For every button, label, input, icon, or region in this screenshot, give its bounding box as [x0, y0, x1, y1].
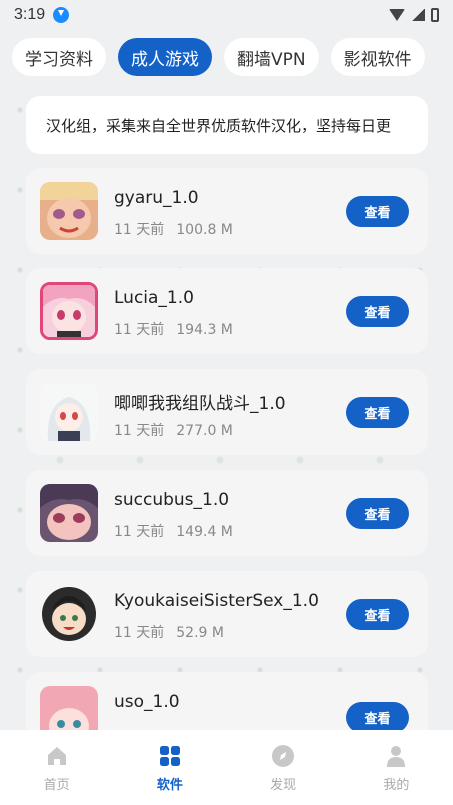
- app-meta: 11 天前 52.9 M: [114, 622, 224, 642]
- list-item[interactable]: Lucia_1.0 11 天前 194.3 M 查看: [26, 268, 428, 354]
- category-tabs: 学习资料 成人游戏 翻墙VPN 影视软件: [12, 38, 425, 76]
- apps-grid-icon: [159, 746, 180, 766]
- app-name: KyoukaiseiSisterSex_1.0: [114, 591, 319, 611]
- app-size: 277.0 M: [176, 423, 233, 439]
- status-time: 3:19: [14, 6, 46, 23]
- app-name: gyaru_1.0: [114, 188, 199, 208]
- app-time: 11 天前: [114, 625, 165, 641]
- app-name: Lucia_1.0: [114, 288, 194, 308]
- tab-study-materials[interactable]: 学习资料: [12, 38, 106, 76]
- view-button[interactable]: 查看: [346, 196, 409, 227]
- notice-text: 汉化组，采集来自全世界优质软件汉化，坚持每日更: [46, 116, 392, 135]
- wifi-icon: [389, 9, 405, 21]
- bottom-navigation: 首页 软件 发现 我的: [0, 730, 453, 805]
- user-icon: [387, 746, 406, 767]
- app-time: 11 天前: [114, 222, 165, 238]
- nav-label: 软件: [156, 778, 183, 793]
- app-time: 11 天前: [114, 524, 165, 540]
- nav-label: 发现: [270, 778, 297, 793]
- view-button[interactable]: 查看: [346, 702, 409, 733]
- app-icon: [40, 585, 98, 643]
- app-size: 52.9 M: [176, 625, 224, 641]
- app-time: 11 天前: [114, 423, 165, 439]
- home-icon: [47, 747, 66, 765]
- tab-vpn[interactable]: 翻墙VPN: [224, 38, 319, 76]
- download-icon: [53, 7, 70, 23]
- view-button[interactable]: 查看: [346, 599, 409, 630]
- app-meta: 11 天前 194.3 M: [114, 319, 233, 339]
- view-button[interactable]: 查看: [346, 397, 409, 428]
- app-size: 100.8 M: [176, 222, 233, 238]
- app-meta: 11 天前 100.8 M: [114, 219, 233, 239]
- list-item[interactable]: KyoukaiseiSisterSex_1.0 11 天前 52.9 M 查看: [26, 571, 428, 657]
- app-size: 194.3 M: [176, 322, 233, 338]
- app-size: 149.4 M: [176, 524, 233, 540]
- app-time: 11 天前: [114, 322, 165, 338]
- app-meta: 11 天前 149.4 M: [114, 521, 233, 541]
- nav-label: 首页: [43, 778, 70, 793]
- tab-adult-games[interactable]: 成人游戏: [118, 38, 212, 76]
- app-icon: [40, 383, 98, 441]
- nav-profile[interactable]: 我的: [340, 730, 453, 805]
- nav-home[interactable]: 首页: [0, 730, 113, 805]
- status-bar: 3:19: [0, 0, 453, 30]
- app-name: 唧唧我我组队战斗_1.0: [114, 394, 286, 414]
- nav-software[interactable]: 软件: [113, 730, 226, 805]
- view-button[interactable]: 查看: [346, 498, 409, 529]
- signal-icon: [411, 9, 425, 21]
- list-item[interactable]: 唧唧我我组队战斗_1.0 11 天前 277.0 M 查看: [26, 369, 428, 455]
- notice-banner: 汉化组，采集来自全世界优质软件汉化，坚持每日更: [26, 96, 428, 154]
- compass-icon: [272, 745, 295, 767]
- app-name: uso_1.0: [114, 692, 180, 712]
- tab-video-apps[interactable]: 影视软件: [330, 38, 425, 76]
- nav-discover[interactable]: 发现: [227, 730, 340, 805]
- app-icon: [40, 282, 98, 340]
- battery-icon: [431, 8, 439, 22]
- app-meta: 11 天前 277.0 M: [114, 420, 233, 440]
- view-button[interactable]: 查看: [346, 296, 409, 327]
- list-item[interactable]: succubus_1.0 11 天前 149.4 M 查看: [26, 470, 428, 556]
- app-icon: [40, 182, 98, 240]
- app-name: succubus_1.0: [114, 490, 230, 510]
- nav-label: 我的: [383, 778, 410, 793]
- status-indicators: [389, 8, 439, 22]
- app-icon: [40, 484, 98, 542]
- list-item[interactable]: gyaru_1.0 11 天前 100.8 M 查看: [26, 168, 428, 254]
